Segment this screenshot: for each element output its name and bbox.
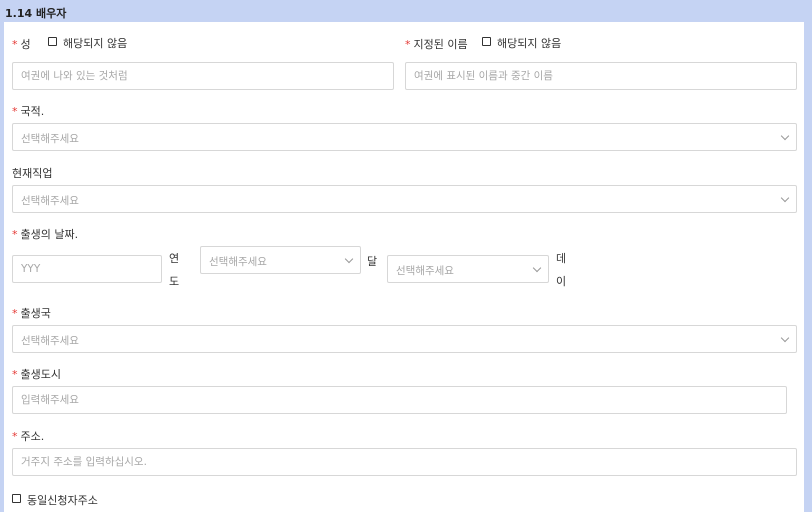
chevron-down-icon: [532, 263, 542, 273]
surname-label: * 성: [12, 38, 31, 51]
occupation-select[interactable]: 선택해주세요: [12, 185, 797, 213]
required-mark: *: [12, 307, 18, 320]
nationality-label: * 국적.: [12, 105, 45, 118]
birth-country-label: * 출생국: [12, 307, 51, 320]
chevron-down-icon: [780, 333, 790, 343]
birth-day-placeholder: 선택해주세요: [396, 265, 454, 277]
chevron-down-icon: [780, 131, 790, 141]
occupation-select-placeholder: 선택해주세요: [21, 195, 79, 207]
required-mark: *: [12, 105, 18, 118]
year-unit-label-1: 연: [169, 252, 180, 265]
required-mark: *: [12, 228, 18, 241]
chevron-down-icon: [780, 193, 790, 203]
address-input[interactable]: [12, 448, 797, 476]
given-name-label: * 지정된 이름: [405, 38, 468, 51]
required-mark: *: [12, 38, 18, 51]
birth-day-select[interactable]: 선택해주세요: [387, 255, 549, 283]
address-label: * 주소.: [12, 430, 45, 443]
year-unit-label-2: 도: [169, 275, 180, 288]
surname-not-applicable-checkbox[interactable]: [48, 37, 57, 46]
given-name-not-applicable-checkbox[interactable]: [482, 37, 491, 46]
occupation-label: 현재직업: [12, 167, 53, 180]
birth-date-label: * 출생의 날짜.: [12, 228, 79, 241]
given-name-not-applicable-label: 해당되지 않음: [497, 37, 562, 50]
birth-country-placeholder: 선택해주세요: [21, 335, 79, 347]
surname-not-applicable-label: 해당되지 않음: [63, 37, 128, 50]
birth-country-select[interactable]: 선택해주세요: [12, 325, 797, 353]
birth-month-placeholder: 선택해주세요: [209, 256, 267, 268]
chevron-down-icon: [344, 254, 354, 264]
nationality-select[interactable]: 선택해주세요: [12, 123, 797, 151]
section-header: 1.14 배우자: [0, 0, 812, 22]
birth-month-select[interactable]: 선택해주세요: [200, 246, 361, 274]
section-title: 1.14 배우자: [5, 7, 67, 20]
required-mark: *: [12, 368, 18, 381]
nationality-select-placeholder: 선택해주세요: [21, 133, 79, 145]
given-name-input[interactable]: [405, 62, 797, 90]
same-address-label: 동일신청자주소: [27, 494, 98, 507]
required-mark: *: [405, 38, 411, 51]
required-mark: *: [12, 430, 18, 443]
month-unit-label: 달: [367, 255, 378, 268]
day-unit-label-2: 이: [556, 275, 567, 288]
form-panel: *성 해당되지 않음 *지정된 이름 해당되지 않음 *국적. 선택해주세요 현…: [4, 22, 804, 512]
same-address-checkbox[interactable]: [12, 494, 21, 503]
birth-city-label: * 출생도시: [12, 368, 61, 381]
birth-year-input[interactable]: [12, 255, 162, 283]
day-unit-label-1: 데: [556, 252, 567, 265]
birth-city-input[interactable]: [12, 386, 787, 414]
surname-input[interactable]: [12, 62, 394, 90]
